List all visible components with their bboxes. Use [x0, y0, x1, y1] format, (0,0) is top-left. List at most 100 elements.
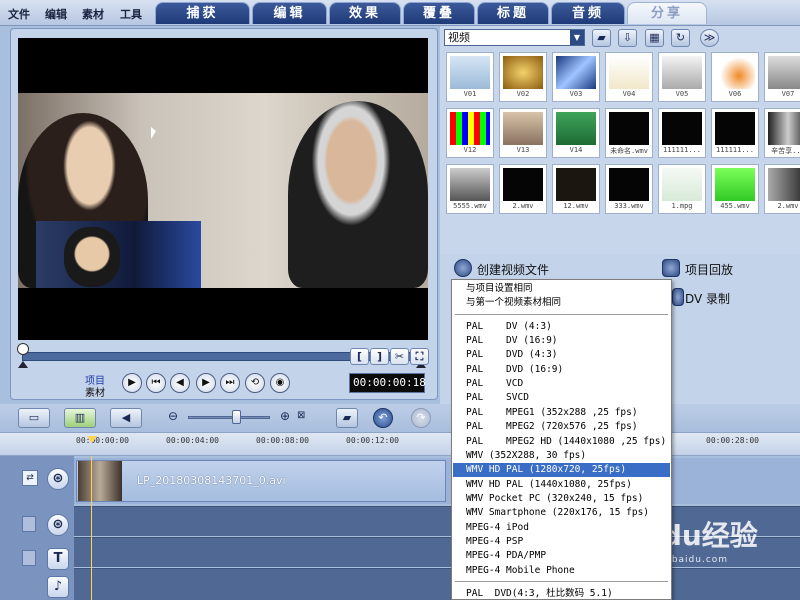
project-playback-option[interactable]: 项目回放: [685, 261, 733, 278]
export-format-option[interactable]: WMV Pocket PC (320x240, 15 fps): [453, 492, 670, 506]
library-thumbnail[interactable]: 1.mpg: [658, 164, 706, 214]
tab-share[interactable]: 分享: [627, 2, 707, 24]
library-thumbnail[interactable]: 111111...: [711, 108, 759, 158]
export-format-option[interactable]: PAL MPEG1 (352x288 ,25 fps): [453, 406, 670, 420]
insert-media-button[interactable]: ▰: [336, 408, 358, 428]
play-button[interactable]: ▶: [122, 373, 142, 393]
tab-title[interactable]: 标题: [477, 2, 549, 24]
library-thumbnail[interactable]: V07: [764, 52, 800, 102]
library-thumbnail[interactable]: V03: [552, 52, 600, 102]
expand-library-button[interactable]: ≫: [700, 29, 719, 47]
export-format-option[interactable]: PAL MPEG2 HD (1440x1080 ,25 fps): [453, 435, 670, 449]
ripple-edit-icon[interactable]: ⇄: [22, 470, 38, 486]
export-format-option[interactable]: MPEG-4 PDA/PMP: [453, 549, 670, 563]
library-manager-button[interactable]: ▦: [645, 29, 664, 47]
storyboard-view-button[interactable]: ▭: [18, 408, 50, 428]
export-format-option[interactable]: MPEG-4 PSP: [453, 535, 670, 549]
tab-capture[interactable]: 捕获: [155, 2, 250, 24]
library-thumbnail[interactable]: 455.wmv: [711, 164, 759, 214]
voice-track-icon[interactable]: ♪: [47, 576, 69, 598]
export-format-option[interactable]: MPEG-4 iPod: [453, 521, 670, 535]
zoom-out-icon[interactable]: ⊖: [168, 409, 178, 423]
repeat-button[interactable]: ⟲: [245, 373, 265, 393]
home-button[interactable]: ⏮: [146, 373, 166, 393]
export-format-option[interactable]: WMV HD PAL (1440x1080, 25fps): [453, 478, 670, 492]
library-thumbnail[interactable]: V01: [446, 52, 494, 102]
export-format-option[interactable]: WMV HD PAL (1280x720, 25fps): [453, 463, 670, 478]
export-format-option[interactable]: PAL MPEG2 (720x576 ,25 fps): [453, 420, 670, 434]
library-thumbnail[interactable]: 2.wmv: [764, 164, 800, 214]
previous-frame-button[interactable]: ◀: [170, 373, 190, 393]
export-format-option[interactable]: MPEG-4 Mobile Phone: [453, 564, 670, 578]
enlarge-preview-button[interactable]: ⛶: [410, 348, 429, 365]
timeline-ruler[interactable]: 00:00:00:00 00:00:04:00 00:00:08:00 00:0…: [0, 432, 800, 456]
library-thumbnail[interactable]: 5555.wmv: [446, 164, 494, 214]
menu-file[interactable]: 文件: [8, 6, 30, 22]
library-thumbnail[interactable]: V13: [499, 108, 547, 158]
mark-in-button[interactable]: [: [350, 348, 369, 365]
library-thumbnail[interactable]: 333.wmv: [605, 164, 653, 214]
zoom-slider-thumb[interactable]: [232, 410, 241, 424]
undo-button[interactable]: ↶: [373, 408, 393, 428]
video-track-icon[interactable]: ⊛: [47, 468, 69, 490]
export-format-option[interactable]: PAL SVCD: [453, 391, 670, 405]
title-track-icon[interactable]: T: [47, 548, 69, 570]
tab-audio[interactable]: 音频: [551, 2, 625, 24]
export-format-option[interactable]: PAL DVD(4:3, 杜比数码 5.1): [453, 587, 670, 599]
tab-overlay[interactable]: 覆叠: [403, 2, 475, 24]
library-thumbnail[interactable]: 辛苦享...: [764, 108, 800, 158]
menu-tools[interactable]: 工具: [120, 6, 142, 22]
export-format-option[interactable]: PAL DVD (4:3): [453, 348, 670, 362]
library-category-select[interactable]: 视频 ▼: [444, 29, 585, 46]
export-format-option[interactable]: PAL DV (4:3): [453, 320, 670, 334]
trim-start-marker[interactable]: [18, 361, 28, 368]
scrubber-handle[interactable]: [17, 343, 29, 355]
library-thumbnail[interactable]: 未命名.wmv: [605, 108, 653, 158]
library-thumbnail[interactable]: V12: [446, 108, 494, 158]
track-lock-icon[interactable]: [22, 516, 36, 532]
track-lock-icon[interactable]: [22, 550, 36, 566]
voice-track[interactable]: [74, 568, 800, 600]
timeline-view-button[interactable]: ▥: [64, 408, 96, 428]
import-folder-button[interactable]: ▰: [592, 29, 611, 47]
redo-button[interactable]: ↷: [411, 408, 431, 428]
next-frame-button[interactable]: ▶: [196, 373, 216, 393]
import-media-button[interactable]: ⇩: [618, 29, 637, 47]
create-video-file-option[interactable]: 创建视频文件: [477, 261, 549, 278]
export-format-option[interactable]: PAL VCD: [453, 377, 670, 391]
library-thumbnail[interactable]: V05: [658, 52, 706, 102]
thumbnail-image: [450, 168, 490, 201]
timecode-display[interactable]: 00:00:00:18: [349, 373, 426, 393]
mode-clip-label[interactable]: 素材: [85, 384, 105, 399]
export-format-option[interactable]: 与项目设置相同: [453, 282, 670, 296]
dv-record-option[interactable]: DV 录制: [685, 290, 730, 307]
split-clip-button[interactable]: ✂: [390, 348, 409, 365]
library-thumbnail[interactable]: V04: [605, 52, 653, 102]
export-format-option[interactable]: 与第一个视频素材相同: [453, 296, 670, 310]
playhead-marker[interactable]: [87, 436, 97, 443]
zoom-in-icon[interactable]: ⊕: [280, 409, 290, 423]
tab-effects[interactable]: 效果: [329, 2, 401, 24]
export-format-option[interactable]: WMV (352X288, 30 fps): [453, 449, 670, 463]
mark-out-button[interactable]: ]: [370, 348, 389, 365]
export-format-option[interactable]: WMV Smartphone (220x176, 15 fps): [453, 506, 670, 520]
library-thumbnail[interactable]: V06: [711, 52, 759, 102]
export-format-option[interactable]: PAL DVD (16:9): [453, 363, 670, 377]
library-thumbnail[interactable]: 2.wmv: [499, 164, 547, 214]
tab-edit[interactable]: 编辑: [252, 2, 327, 24]
export-format-option[interactable]: PAL DV (16:9): [453, 334, 670, 348]
overlay-track-icon[interactable]: ⊛: [47, 514, 69, 536]
library-thumbnail[interactable]: 12.wmv: [552, 164, 600, 214]
library-thumbnail[interactable]: 111111...: [658, 108, 706, 158]
sort-button[interactable]: ↻: [671, 29, 690, 47]
audio-view-button[interactable]: ◀: [110, 408, 142, 428]
zoom-slider-track[interactable]: [188, 416, 270, 419]
menu-edit[interactable]: 编辑: [45, 6, 67, 22]
thumbnail-image: [768, 168, 800, 201]
end-button[interactable]: ⏭: [220, 373, 240, 393]
library-thumbnail[interactable]: V02: [499, 52, 547, 102]
volume-button[interactable]: ◉: [270, 373, 290, 393]
fit-project-icon[interactable]: ⊠: [297, 410, 305, 421]
library-thumbnail[interactable]: V14: [552, 108, 600, 158]
menu-clip[interactable]: 素材: [82, 6, 104, 22]
